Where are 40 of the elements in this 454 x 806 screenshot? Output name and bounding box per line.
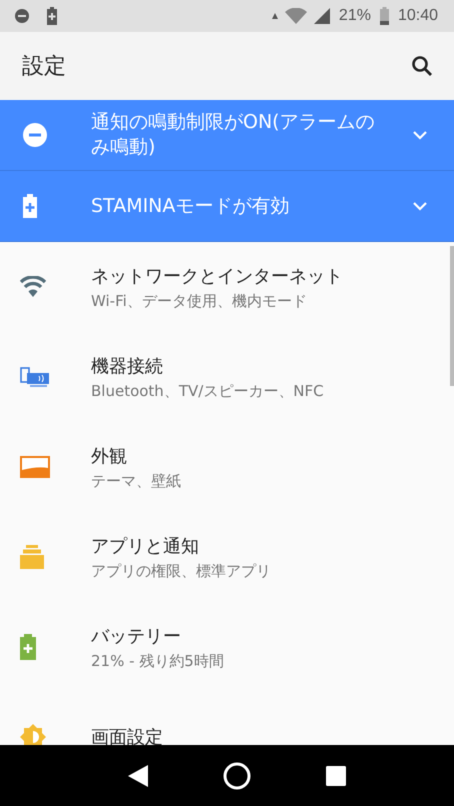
settings-item[interactable]: 外観 テーマ、壁紙	[0, 422, 454, 512]
wifi-icon	[20, 276, 46, 298]
battery-percent: 21%	[338, 7, 371, 25]
wifi-icon	[284, 8, 307, 24]
item-subtitle: Bluetooth、TV/スピーカー、NFC	[91, 382, 324, 400]
battery-icon	[380, 7, 389, 25]
recents-icon[interactable]	[326, 766, 346, 786]
home-icon[interactable]	[222, 762, 251, 790]
item-title: 外観	[91, 444, 128, 468]
battery-saver-icon	[47, 7, 57, 25]
chevron-icon[interactable]	[412, 201, 428, 211]
condition-title: 通知の鳴動制限がON(アラームのみ鳴動)	[91, 110, 376, 160]
do-not-disturb-icon	[14, 8, 30, 24]
battery-icon	[20, 634, 36, 660]
item-subtitle: テーマ、壁紙	[91, 472, 181, 490]
devices-icon	[20, 367, 50, 387]
item-title: バッテリー	[91, 624, 182, 648]
clock: 10:40	[398, 7, 438, 25]
item-subtitle: アプリの権限、標準アプリ	[91, 562, 271, 580]
stack-icon	[20, 545, 44, 569]
landscape-icon	[20, 456, 50, 478]
settings-item[interactable]: バッテリー 21% - 残り約5時間	[0, 602, 454, 692]
battery-saver-icon	[23, 194, 37, 218]
chevron-icon[interactable]	[412, 130, 428, 140]
item-title: アプリと通知	[91, 534, 200, 558]
app-title: 設定	[22, 53, 66, 81]
settings-item[interactable]: アプリと通知 アプリの権限、標準アプリ	[0, 512, 454, 602]
item-title: ネットワークとインターネット	[91, 264, 343, 288]
settings-item[interactable]: ネットワークとインターネット Wi-Fi、データ使用、機内モード	[0, 242, 454, 332]
upload-arrow-icon	[272, 13, 278, 19]
item-subtitle: 21% - 残り約5時間	[91, 652, 224, 670]
search-icon[interactable]	[410, 54, 434, 78]
condition-title: STAMINAモードが有効	[91, 194, 290, 218]
item-subtitle: Wi-Fi、データ使用、機内モード	[91, 292, 308, 310]
back-icon[interactable]	[128, 764, 148, 786]
signal-icon	[314, 8, 330, 24]
item-title: 機器接続	[91, 354, 164, 378]
brightness-icon	[20, 724, 46, 745]
settings-item[interactable]: 機器接続 Bluetooth、TV/スピーカー、NFC	[0, 332, 454, 422]
do-not-disturb-icon	[23, 123, 47, 147]
